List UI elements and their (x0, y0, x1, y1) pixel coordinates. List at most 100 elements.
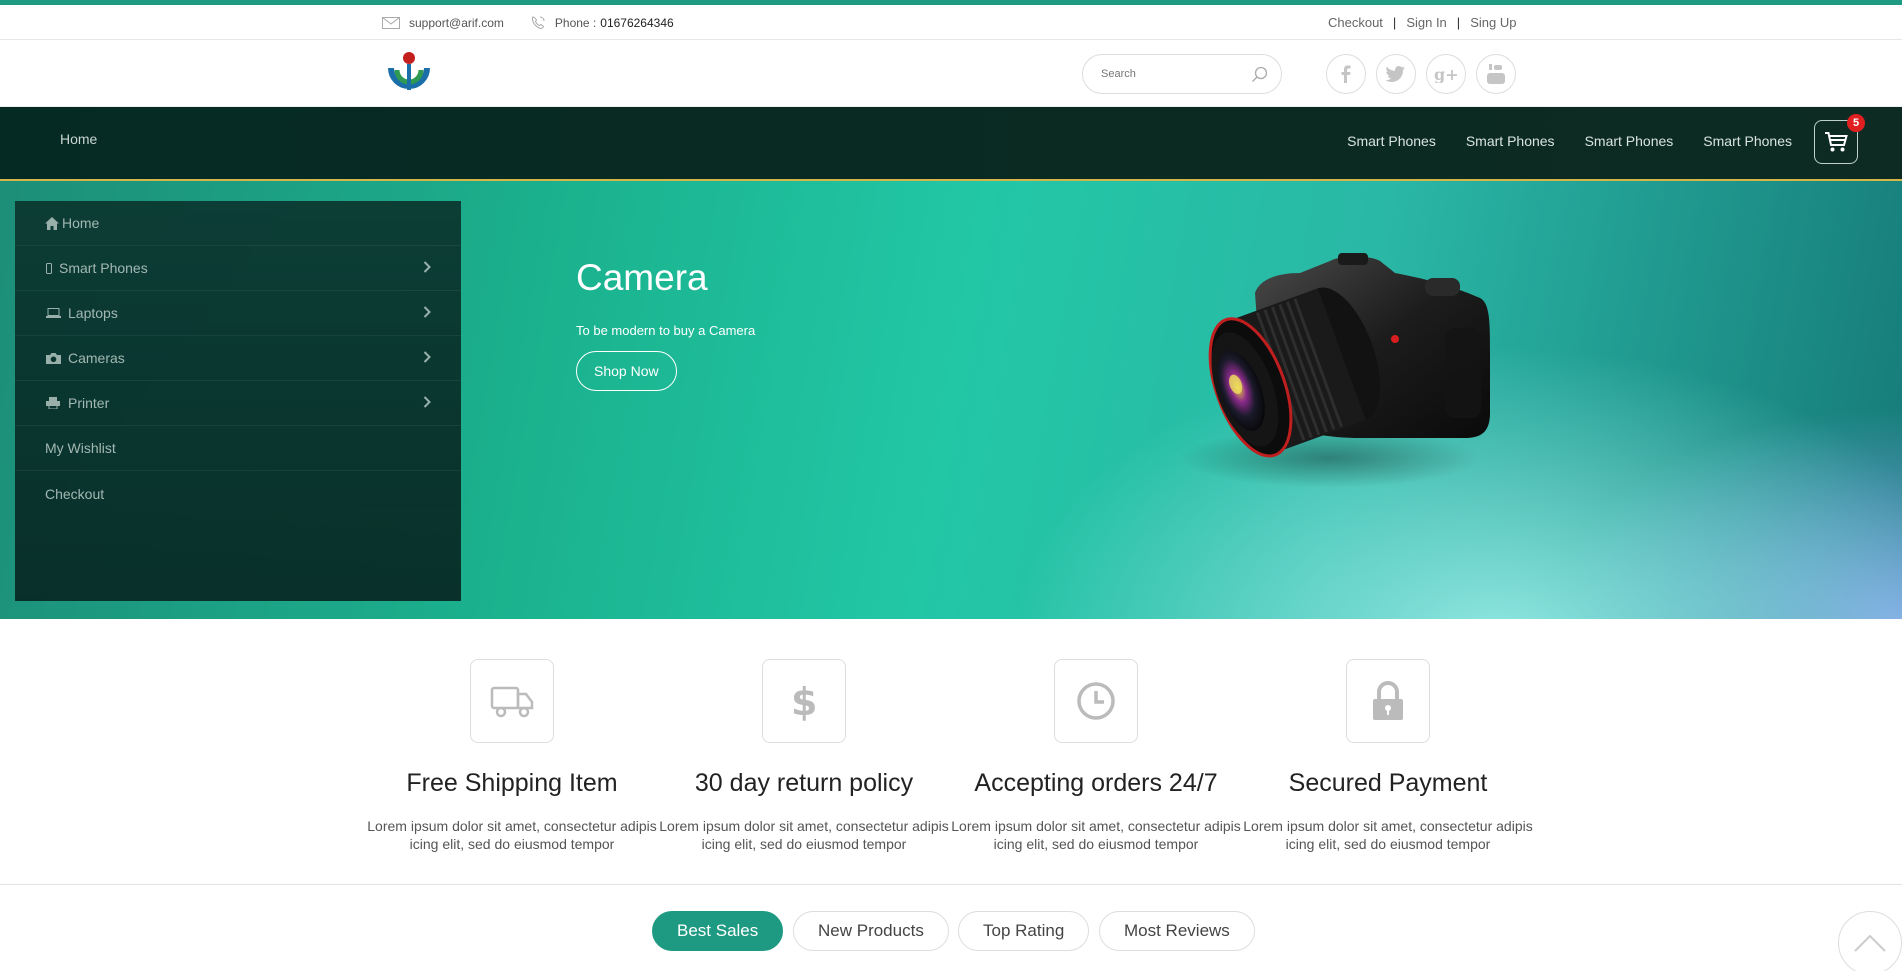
sidebar-item-printer[interactable]: Printer (15, 381, 461, 426)
phone-contact: Phone : 01676264346 (530, 15, 674, 31)
tab-best-sales[interactable]: Best Sales (652, 911, 784, 951)
cart-icon (1825, 132, 1848, 152)
separator: | (1392, 15, 1397, 30)
mobile-icon (45, 262, 53, 274)
feature-icon-box (1346, 659, 1430, 743)
nav-home-link[interactable]: Home (60, 131, 97, 147)
contact-info: support@arif.com Phone : 01676264346 (382, 15, 700, 31)
camera-icon (45, 352, 61, 364)
feature-text-line: Lorem ipsum dolor sit amet, consectetur … (367, 818, 657, 834)
product-tabs: Best Sales New Products Top Rating Most … (0, 885, 1902, 971)
feature-title: Free Shipping Item (406, 769, 618, 797)
tab-new-products[interactable]: New Products (793, 911, 949, 951)
feature-icon-box (1054, 659, 1138, 743)
search-icon[interactable] (1251, 66, 1269, 84)
feature-return-policy: $ 30 day return policy Lorem ipsum dolor… (658, 659, 950, 853)
facebook-icon[interactable] (1326, 54, 1366, 94)
nav-link-smart-phones[interactable]: Smart Phones (1347, 133, 1436, 149)
tab-most-reviews[interactable]: Most Reviews (1099, 911, 1255, 951)
phone-icon (531, 16, 545, 29)
chevron-up-icon (1854, 934, 1886, 952)
nav-link-smart-phones[interactable]: Smart Phones (1703, 133, 1792, 149)
feature-text: Lorem ipsum dolor sit amet, consectetur … (366, 817, 658, 853)
lock-icon (1373, 681, 1403, 720)
shop-now-button[interactable]: Shop Now (576, 351, 677, 391)
search-box[interactable] (1082, 54, 1282, 94)
truck-icon (490, 686, 534, 718)
svg-text:g+: g+ (1434, 65, 1458, 83)
scroll-to-top-button[interactable] (1838, 911, 1902, 971)
sign-in-link[interactable]: Sign In (1406, 15, 1446, 30)
sidebar-item-label: Smart Phones (59, 260, 148, 276)
chevron-right-icon (423, 306, 431, 318)
site-logo[interactable] (386, 50, 432, 96)
sidebar-item-label: Home (62, 215, 100, 231)
sidebar-item-label: Cameras (68, 350, 125, 366)
feature-text-line: icing elit, sed do eiusmod tempor (993, 836, 1199, 852)
google-plus-icon[interactable]: g+ (1426, 54, 1466, 94)
topbar: support@arif.com Phone : 01676264346 Che… (0, 5, 1902, 40)
camera-product-image (1180, 253, 1490, 488)
email-text: support@arif.com (409, 16, 504, 30)
cart-count-badge: 5 (1847, 114, 1865, 132)
feature-text-line: Lorem ipsum dolor sit amet, consectetur … (951, 818, 1241, 834)
dollar-icon: $ (791, 681, 817, 721)
laptop-icon (45, 308, 61, 318)
sidebar-item-checkout[interactable]: Checkout (15, 471, 461, 516)
feature-text-line: icing elit, sed do eiusmod tempor (701, 836, 907, 852)
chevron-right-icon (423, 261, 431, 273)
hero-banner: Home Smart Phones Laptops Cameras Printe… (0, 181, 1902, 619)
hero-title: Camera (576, 257, 708, 298)
sidebar-item-home[interactable]: Home (15, 201, 461, 246)
home-icon (44, 216, 59, 230)
feature-text-line: Lorem ipsum dolor sit amet, consectetur … (659, 818, 949, 834)
sidebar-item-smart-phones[interactable]: Smart Phones (15, 246, 461, 291)
category-sidebar: Home Smart Phones Laptops Cameras Printe… (15, 201, 461, 601)
hero-subtitle: To be modern to buy a Camera (576, 323, 756, 338)
feature-title: 30 day return policy (694, 769, 914, 797)
search-input[interactable] (1101, 68, 1251, 80)
feature-orders-24-7: Accepting orders 24/7 Lorem ipsum dolor … (950, 659, 1242, 853)
youtube-icon[interactable] (1476, 54, 1516, 94)
sidebar-item-laptops[interactable]: Laptops (15, 291, 461, 336)
svg-text:$: $ (791, 681, 817, 721)
nav-links: Smart Phones Smart Phones Smart Phones S… (1317, 133, 1792, 149)
feature-title: Secured Payment (1288, 769, 1488, 797)
clock-icon (1077, 682, 1115, 720)
email-contact: support@arif.com (382, 16, 504, 30)
feature-text-line: Lorem ipsum dolor sit amet, consectetur … (1243, 818, 1533, 834)
feature-secured-payment: Secured Payment Lorem ipsum dolor sit am… (1242, 659, 1534, 853)
feature-text: Lorem ipsum dolor sit amet, consectetur … (1242, 817, 1534, 853)
sidebar-item-wishlist[interactable]: My Wishlist (15, 426, 461, 471)
envelope-icon (382, 17, 400, 29)
feature-title: Accepting orders 24/7 (974, 769, 1218, 797)
checkout-link[interactable]: Checkout (1328, 15, 1383, 30)
separator: | (1456, 15, 1461, 30)
phone-number: 01676264346 (600, 16, 674, 30)
sidebar-item-label: My Wishlist (45, 440, 116, 456)
header: g+ (0, 40, 1902, 107)
cart-button[interactable]: 5 (1814, 114, 1865, 164)
twitter-icon[interactable] (1376, 54, 1416, 94)
sidebar-item-label: Printer (68, 395, 110, 411)
printer-icon (45, 397, 61, 409)
feature-text-line: icing elit, sed do eiusmod tempor (1285, 836, 1491, 852)
phone-label: Phone : (554, 16, 597, 30)
sidebar-item-cameras[interactable]: Cameras (15, 336, 461, 381)
tab-top-rating[interactable]: Top Rating (958, 911, 1090, 951)
main-navbar: Home Smart Phones Smart Phones Smart Pho… (0, 107, 1902, 181)
nav-link-smart-phones[interactable]: Smart Phones (1585, 133, 1674, 149)
features-section: Free Shipping Item Lorem ipsum dolor sit… (0, 619, 1902, 885)
sidebar-item-label: Laptops (68, 305, 118, 321)
account-links: Checkout | Sign In | Sing Up (1328, 15, 1516, 30)
chevron-right-icon (423, 351, 431, 363)
feature-icon-box: $ (762, 659, 846, 743)
feature-icon-box (470, 659, 554, 743)
feature-text: Lorem ipsum dolor sit amet, consectetur … (658, 817, 950, 853)
chevron-right-icon (423, 396, 431, 408)
sign-up-link[interactable]: Sing Up (1470, 15, 1516, 30)
feature-text: Lorem ipsum dolor sit amet, consectetur … (950, 817, 1242, 853)
feature-text-line: icing elit, sed do eiusmod tempor (409, 836, 615, 852)
nav-link-smart-phones[interactable]: Smart Phones (1466, 133, 1555, 149)
sidebar-item-label: Checkout (45, 485, 105, 502)
